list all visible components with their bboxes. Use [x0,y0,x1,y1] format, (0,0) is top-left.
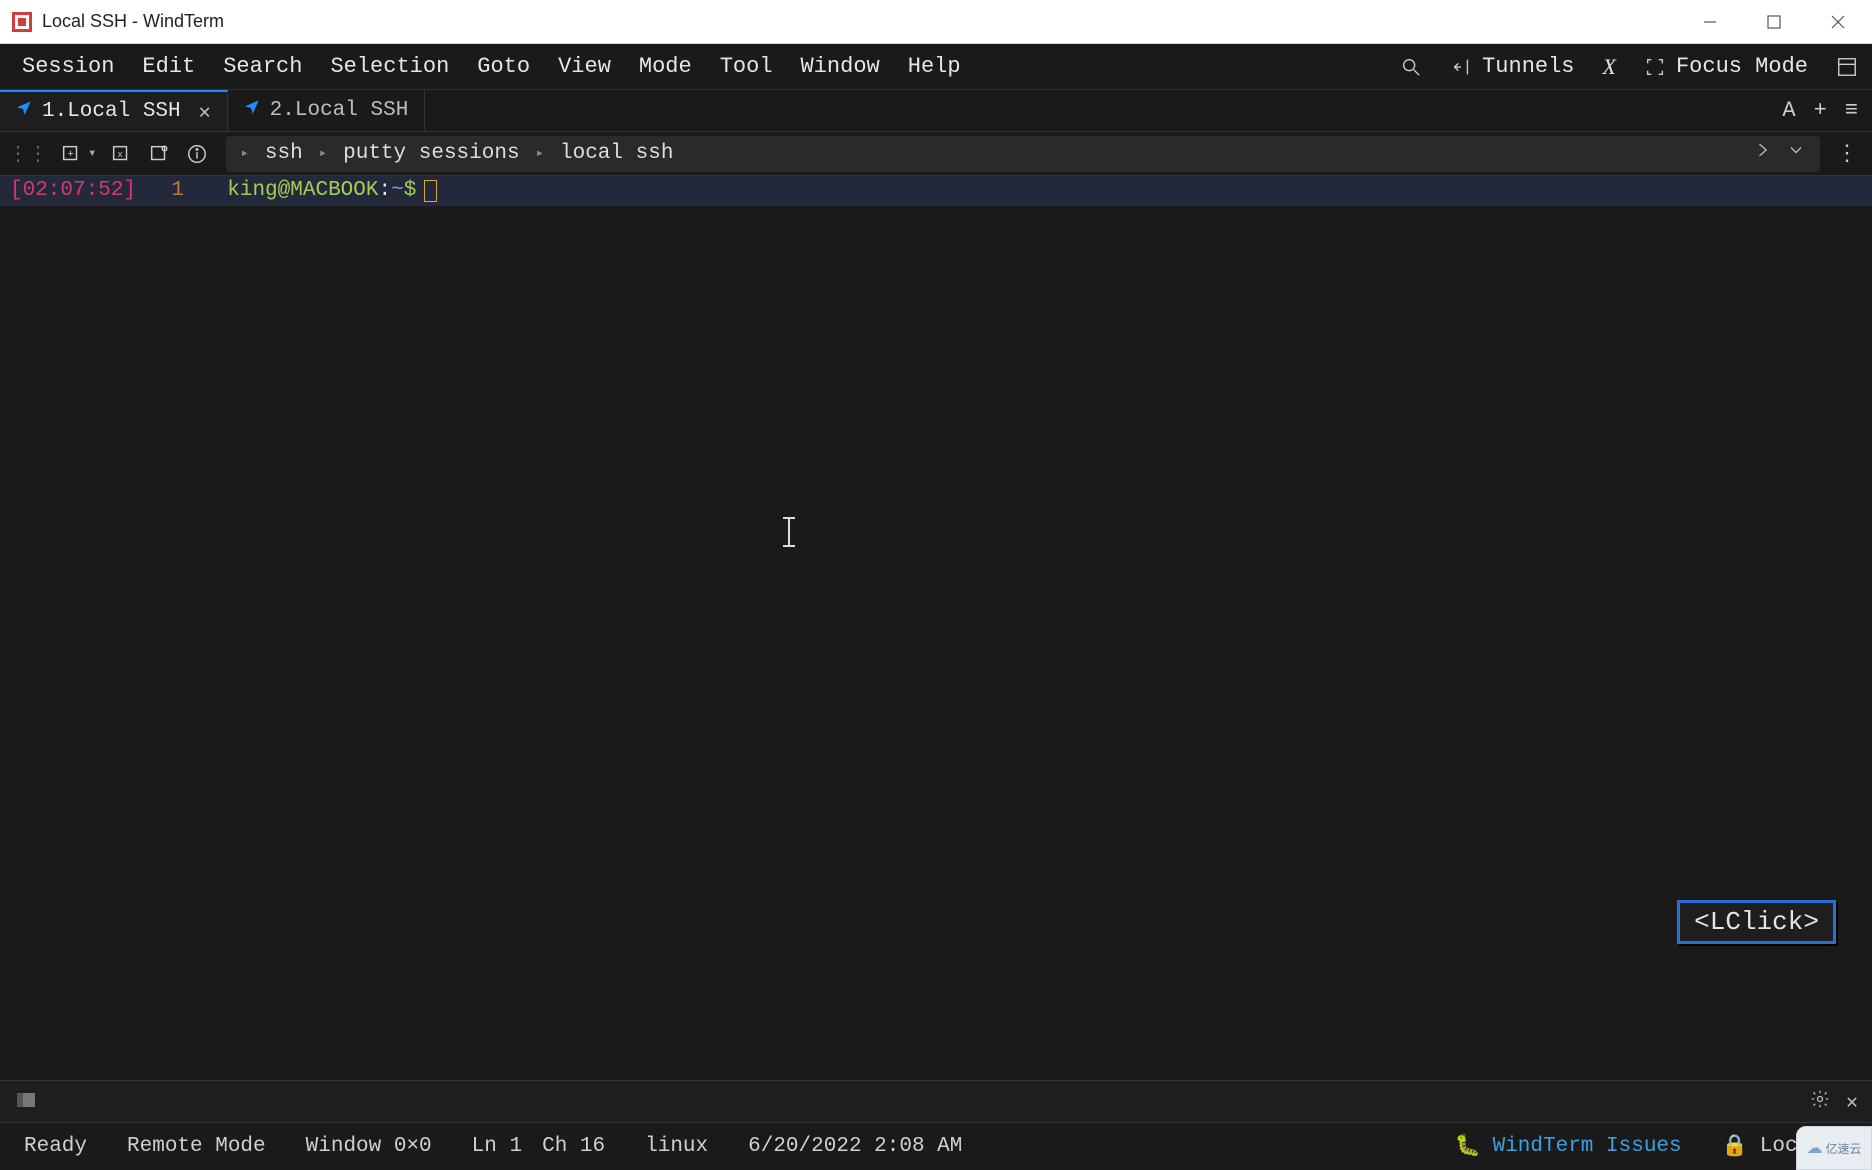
status-window-size: Window 0×0 [306,1135,432,1158]
prompt-colon: : [378,176,391,206]
tunnels-icon [1450,56,1472,78]
prompt-path: ~ [391,176,404,206]
windterm-issues-link[interactable]: WindTerm Issues [1493,1135,1682,1158]
location-icon [16,100,32,123]
status-ready: Ready [24,1135,87,1158]
menubar: Session Edit Search Selection Goto View … [0,44,1872,90]
close-tab-icon[interactable]: x [106,139,136,169]
watermark: 亿速云 [1796,1126,1872,1170]
close-icon[interactable]: ✕ [199,99,211,125]
layout-icon [1836,56,1858,78]
text-cursor-indicator [780,516,798,557]
tabbar: 1.Local SSH ✕ 2.Local SSH A + ≡ [0,90,1872,132]
terminal-area[interactable]: [02:07:52] 1 king@MACBOOK : ~ $ <LClick> [0,176,1872,1080]
menu-mode[interactable]: Mode [625,44,706,89]
status-remote-mode[interactable]: Remote Mode [127,1135,266,1158]
menu-search[interactable]: Search [209,44,316,89]
menu-view[interactable]: View [544,44,625,89]
prompt-dollar: $ [404,176,417,206]
minimize-button[interactable] [1700,12,1720,32]
dropdown-icon[interactable] [1786,140,1806,167]
svg-text:+: + [67,148,74,160]
menu-edit[interactable]: Edit [128,44,209,89]
breadcrumb[interactable]: ▸ ssh ▸ putty sessions ▸ local ssh [226,136,1820,172]
status-datetime: 6/20/2022 2:08 AM [748,1135,962,1158]
more-icon[interactable]: ⋮ [1830,141,1864,167]
menu-session[interactable]: Session [8,44,128,89]
new-tab-icon[interactable]: + [56,139,86,169]
info-icon[interactable] [182,139,212,169]
settings-gear-icon[interactable] [1810,1089,1830,1114]
menu-goto[interactable]: Goto [463,44,544,89]
focus-mode-icon [1644,56,1666,78]
tunnels-button[interactable]: Tunnels [1436,44,1588,89]
chevron-right-icon: ▸ [536,145,544,162]
tabbar-actions: A + ≡ [1782,90,1872,131]
location-icon [244,99,260,122]
status-platform: linux [645,1135,708,1158]
breadcrumb-item-putty[interactable]: putty sessions [343,142,519,165]
font-size-button[interactable]: A [1782,98,1795,123]
tab-2[interactable]: 2.Local SSH [228,90,426,131]
tab-1-label: 1.Local SSH [42,100,181,123]
chevron-down-icon[interactable]: ▾ [88,145,96,162]
tab-2-label: 2.Local SSH [270,99,409,122]
breadcrumb-item-ssh[interactable]: ssh [265,142,303,165]
chevron-right-icon: ▸ [240,145,248,162]
svg-text:x: x [118,148,124,159]
focus-mode-label: Focus Mode [1676,54,1808,79]
tab-1[interactable]: 1.Local SSH ✕ [0,90,228,131]
window-title: Local SSH - WindTerm [42,11,224,32]
titlebar: Local SSH - WindTerm [0,0,1872,44]
toolbar: ⋮⋮ + ▾ x ▸ ssh ▸ putty sessions ▸ local … [0,132,1872,176]
focus-mode-button[interactable]: Focus Mode [1630,44,1822,89]
chevron-right-icon: ▸ [319,145,327,162]
tunnels-label: Tunnels [1482,54,1574,79]
timestamp: [02:07:52] [0,176,142,206]
menu-help[interactable]: Help [894,44,975,89]
terminal-cursor [424,180,437,202]
prompt-user: king@MACBOOK [227,176,378,206]
grip-icon[interactable]: ⋮⋮ [8,141,48,167]
lock-icon: 🔒 [1722,1134,1748,1159]
add-tab-button[interactable]: + [1814,98,1827,123]
close-panel-icon[interactable]: ✕ [1846,1089,1858,1115]
line-number: 1 [142,176,202,206]
detach-tab-icon[interactable] [144,139,174,169]
close-button[interactable] [1828,12,1848,32]
menu-tool[interactable]: Tool [706,44,787,89]
tab-menu-button[interactable]: ≡ [1845,98,1858,123]
maximize-button[interactable] [1764,12,1784,32]
menubar-search-icon[interactable] [1386,44,1436,89]
menu-window[interactable]: Window [787,44,894,89]
window-controls [1700,12,1864,32]
forward-icon[interactable] [1752,140,1772,167]
terminal-line: [02:07:52] 1 king@MACBOOK : ~ $ [0,176,1872,206]
menu-selection[interactable]: Selection [316,44,463,89]
app-icon [12,12,32,32]
breadcrumb-item-local-ssh[interactable]: local ssh [560,142,673,165]
status-line[interactable]: Ln 1 [472,1135,522,1158]
panel-bar: ✕ [0,1080,1872,1122]
statusbar: Ready Remote Mode Window 0×0 Ln 1 Ch 16 … [0,1122,1872,1170]
x-button[interactable]: X [1589,44,1630,89]
layout-button[interactable] [1822,44,1872,89]
panel-icon[interactable] [14,1089,40,1115]
status-column[interactable]: Ch 16 [542,1135,605,1158]
lclick-badge: <LClick> [1677,900,1836,944]
bug-icon: 🐛 [1454,1134,1480,1159]
